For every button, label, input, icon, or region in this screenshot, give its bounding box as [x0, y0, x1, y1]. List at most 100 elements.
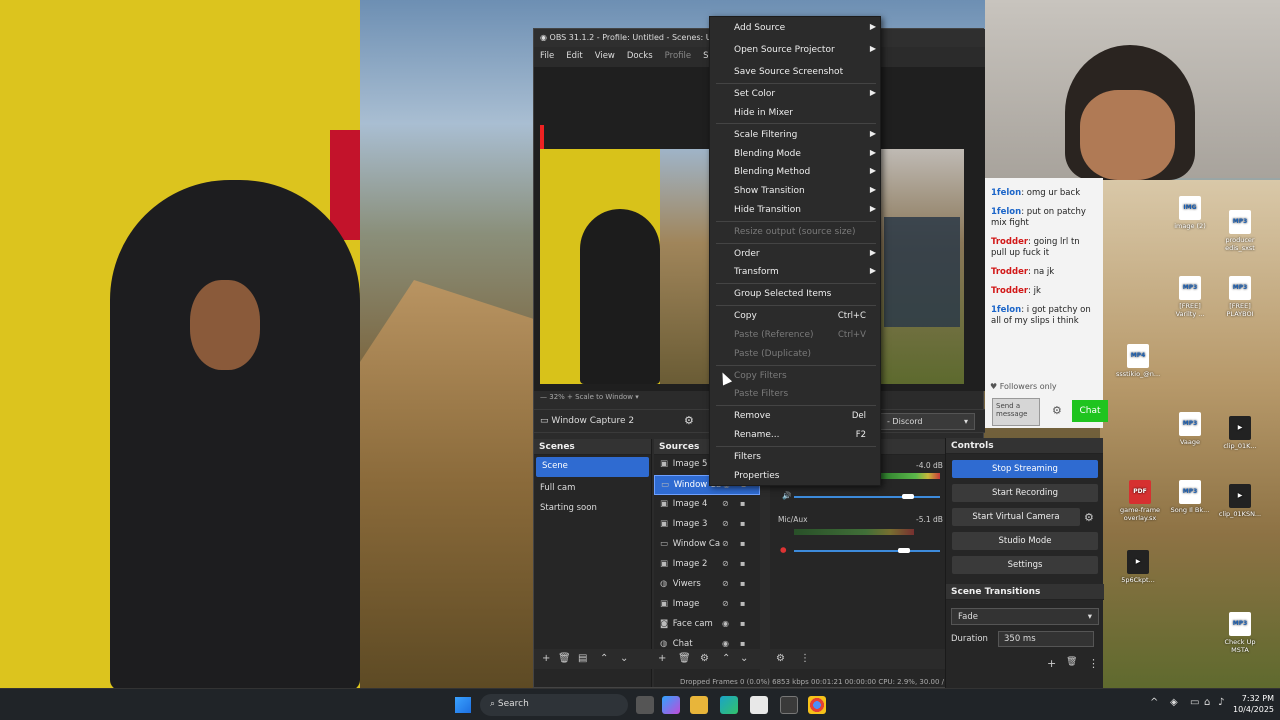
menu-item-rename[interactable]: Rename... F2 [710, 427, 882, 445]
menu-item-blending-method[interactable]: Blending Method ▶ [710, 164, 882, 182]
menu-item-filters[interactable]: Filters [710, 449, 882, 467]
mixer-settings-icon[interactable]: ⚙ [776, 653, 785, 664]
scale-mode[interactable]: Scale to Window [575, 393, 633, 401]
window-select[interactable]: - Discord ▾ [880, 413, 975, 430]
display-icon[interactable]: ▭ [1190, 697, 1199, 708]
zoom-value[interactable]: 32% [549, 393, 565, 401]
eye-off-icon[interactable]: ⊘ [722, 579, 729, 588]
lock-icon[interactable]: ▪ [740, 579, 745, 588]
app-tray-icon[interactable]: ◈ [1170, 697, 1178, 708]
menu-edit[interactable]: Edit [560, 47, 588, 65]
lock-icon[interactable]: ▪ [740, 599, 745, 608]
up-icon[interactable]: ⌃ [600, 653, 608, 664]
menu-view[interactable]: View [589, 47, 621, 65]
menu-item-order[interactable]: Order ▶ [710, 246, 882, 264]
source-item[interactable]: ◍ Viwers ⊘ ▪ [654, 575, 760, 595]
desktop-icon[interactable]: MP3 [FREE] Varilty ... [1168, 276, 1212, 318]
lock-icon[interactable]: ▪ [740, 539, 745, 548]
source-item[interactable]: ▭ Window Ca ⊘ ▪ [654, 535, 760, 555]
desktop-icon[interactable]: IMG image (2) [1168, 196, 1212, 230]
resize-handle[interactable] [540, 125, 544, 149]
desktop-icon[interactable]: MP3 Vaage [1168, 412, 1212, 446]
add-source-icon[interactable]: + [658, 653, 666, 664]
scene-item[interactable]: Full cam [534, 479, 651, 499]
menu-item-show-transition[interactable]: Show Transition ▶ [710, 183, 882, 201]
task-view-icon[interactable] [636, 696, 654, 714]
trash-icon[interactable]: 🗑 [1066, 657, 1077, 667]
gear-icon[interactable]: ⚙ [684, 414, 694, 427]
source-item[interactable]: ▣ Image 2 ⊘ ▪ [654, 555, 760, 575]
eye-icon[interactable]: ◉ [722, 639, 729, 648]
start-recording-button[interactable]: Start Recording [952, 484, 1098, 502]
lock-icon[interactable]: ▪ [740, 619, 745, 628]
desktop-icon[interactable]: MP3 Check Up MSTA [1218, 612, 1262, 654]
add-scene-icon[interactable]: + [542, 653, 550, 664]
desktop-icon[interactable]: MP4 ssstikio_@n... [1116, 344, 1160, 378]
store-icon[interactable] [750, 696, 768, 714]
menu-docks[interactable]: Docks [621, 47, 659, 65]
menu-item-properties[interactable]: Properties [710, 468, 882, 486]
lock-icon[interactable]: ▪ [740, 519, 745, 528]
menu-item-hide-transition[interactable]: Hide Transition ▶ [710, 202, 882, 220]
file-explorer-icon[interactable] [690, 696, 708, 714]
source-item[interactable]: ▣ Image ⊘ ▪ [654, 595, 760, 615]
volume-icon[interactable]: ♪ [1218, 697, 1224, 708]
volume-icon[interactable]: 🔊 [782, 491, 791, 500]
menu-item-add-source[interactable]: Add Source ▶ [710, 20, 882, 38]
chat-input[interactable]: Send a message [992, 398, 1040, 426]
menu-item-save-source-screenshot[interactable]: Save Source Screenshot [710, 64, 882, 82]
filter-icon[interactable]: ▤ [578, 653, 587, 664]
trash-icon[interactable]: 🗑 [558, 653, 571, 664]
menu-item-scale-filtering[interactable]: Scale Filtering ▶ [710, 127, 882, 145]
menu-item-copy[interactable]: Copy Ctrl+C [710, 308, 882, 326]
source-item[interactable]: ▣ Image 3 ⊘ ▪ [654, 515, 760, 535]
taskbar-search[interactable]: ⌕ Search [480, 694, 628, 716]
desktop-icon[interactable]: PDF game-frame overlay.sx [1118, 480, 1162, 522]
track1-slider[interactable] [794, 496, 940, 498]
lock-icon[interactable]: ▪ [740, 559, 745, 568]
menu-item-set-color[interactable]: Set Color ▶ [710, 86, 882, 104]
menu-item-remove[interactable]: Remove Del [710, 408, 882, 426]
more-icon[interactable]: ⋮ [800, 653, 810, 664]
chevron-up-icon[interactable]: ^ [1150, 697, 1158, 708]
more-icon[interactable]: ⋮ [1088, 657, 1099, 670]
eye-off-icon[interactable]: ⊘ [722, 559, 729, 568]
menu-item-open-source-projector[interactable]: Open Source Projector ▶ [710, 42, 882, 60]
eye-off-icon[interactable]: ⊘ [722, 519, 729, 528]
track2-knob[interactable] [898, 548, 910, 553]
edge-icon[interactable] [720, 696, 738, 714]
gear-icon[interactable]: ⚙ [700, 653, 709, 664]
down-icon[interactable]: ⌄ [740, 653, 748, 664]
desktop-icon[interactable]: ▶ clip_01K... [1218, 416, 1262, 450]
stop-streaming-button[interactable]: Stop Streaming [952, 460, 1098, 478]
add-transition-icon[interactable]: + [1047, 657, 1056, 670]
track2-slider[interactable] [794, 550, 940, 552]
transition-select[interactable]: Fade ▾ [951, 608, 1099, 625]
desktop-icon[interactable]: ▶ 5p6Ckpt... [1116, 550, 1160, 584]
menu-file[interactable]: File [534, 47, 560, 65]
menu-item-hide-in-mixer[interactable]: Hide in Mixer [710, 105, 882, 123]
up-icon[interactable]: ⌃ [722, 653, 730, 664]
desktop-icon[interactable]: MP3 producer edis_sxst [1218, 210, 1262, 252]
source-item[interactable]: ◙ Face cam ◉ ▪ [654, 615, 760, 635]
lock-icon[interactable]: ▪ [740, 639, 745, 648]
down-icon[interactable]: ⌄ [620, 653, 628, 664]
desktop-icon[interactable]: MP3 Song Il Bk... [1168, 480, 1212, 514]
mute-icon[interactable]: ● [780, 545, 787, 554]
eye-icon[interactable]: ◉ [722, 619, 729, 628]
menu-item-group-selected[interactable]: Group Selected Items [710, 286, 882, 304]
copilot-icon[interactable] [662, 696, 680, 714]
clock[interactable]: 7:32 PM 10/4/2025 [1233, 693, 1274, 715]
studio-mode-button[interactable]: Studio Mode [952, 532, 1098, 550]
start-virtual-camera-button[interactable]: Start Virtual Camera [952, 508, 1080, 526]
eye-off-icon[interactable]: ⊘ [722, 539, 729, 548]
trash-icon[interactable]: 🗑 [678, 653, 691, 664]
settings-button[interactable]: Settings [952, 556, 1098, 574]
eye-off-icon[interactable]: ⊘ [722, 499, 729, 508]
windows-start-icon[interactable] [455, 697, 471, 713]
scene-item[interactable]: Scene [536, 457, 649, 477]
obs-icon[interactable] [780, 696, 798, 714]
scene-item[interactable]: Starting soon [534, 499, 651, 519]
desktop-icon[interactable]: MP3 [FREE] PLAYBOI [1218, 276, 1262, 318]
chrome-icon[interactable] [808, 696, 826, 714]
